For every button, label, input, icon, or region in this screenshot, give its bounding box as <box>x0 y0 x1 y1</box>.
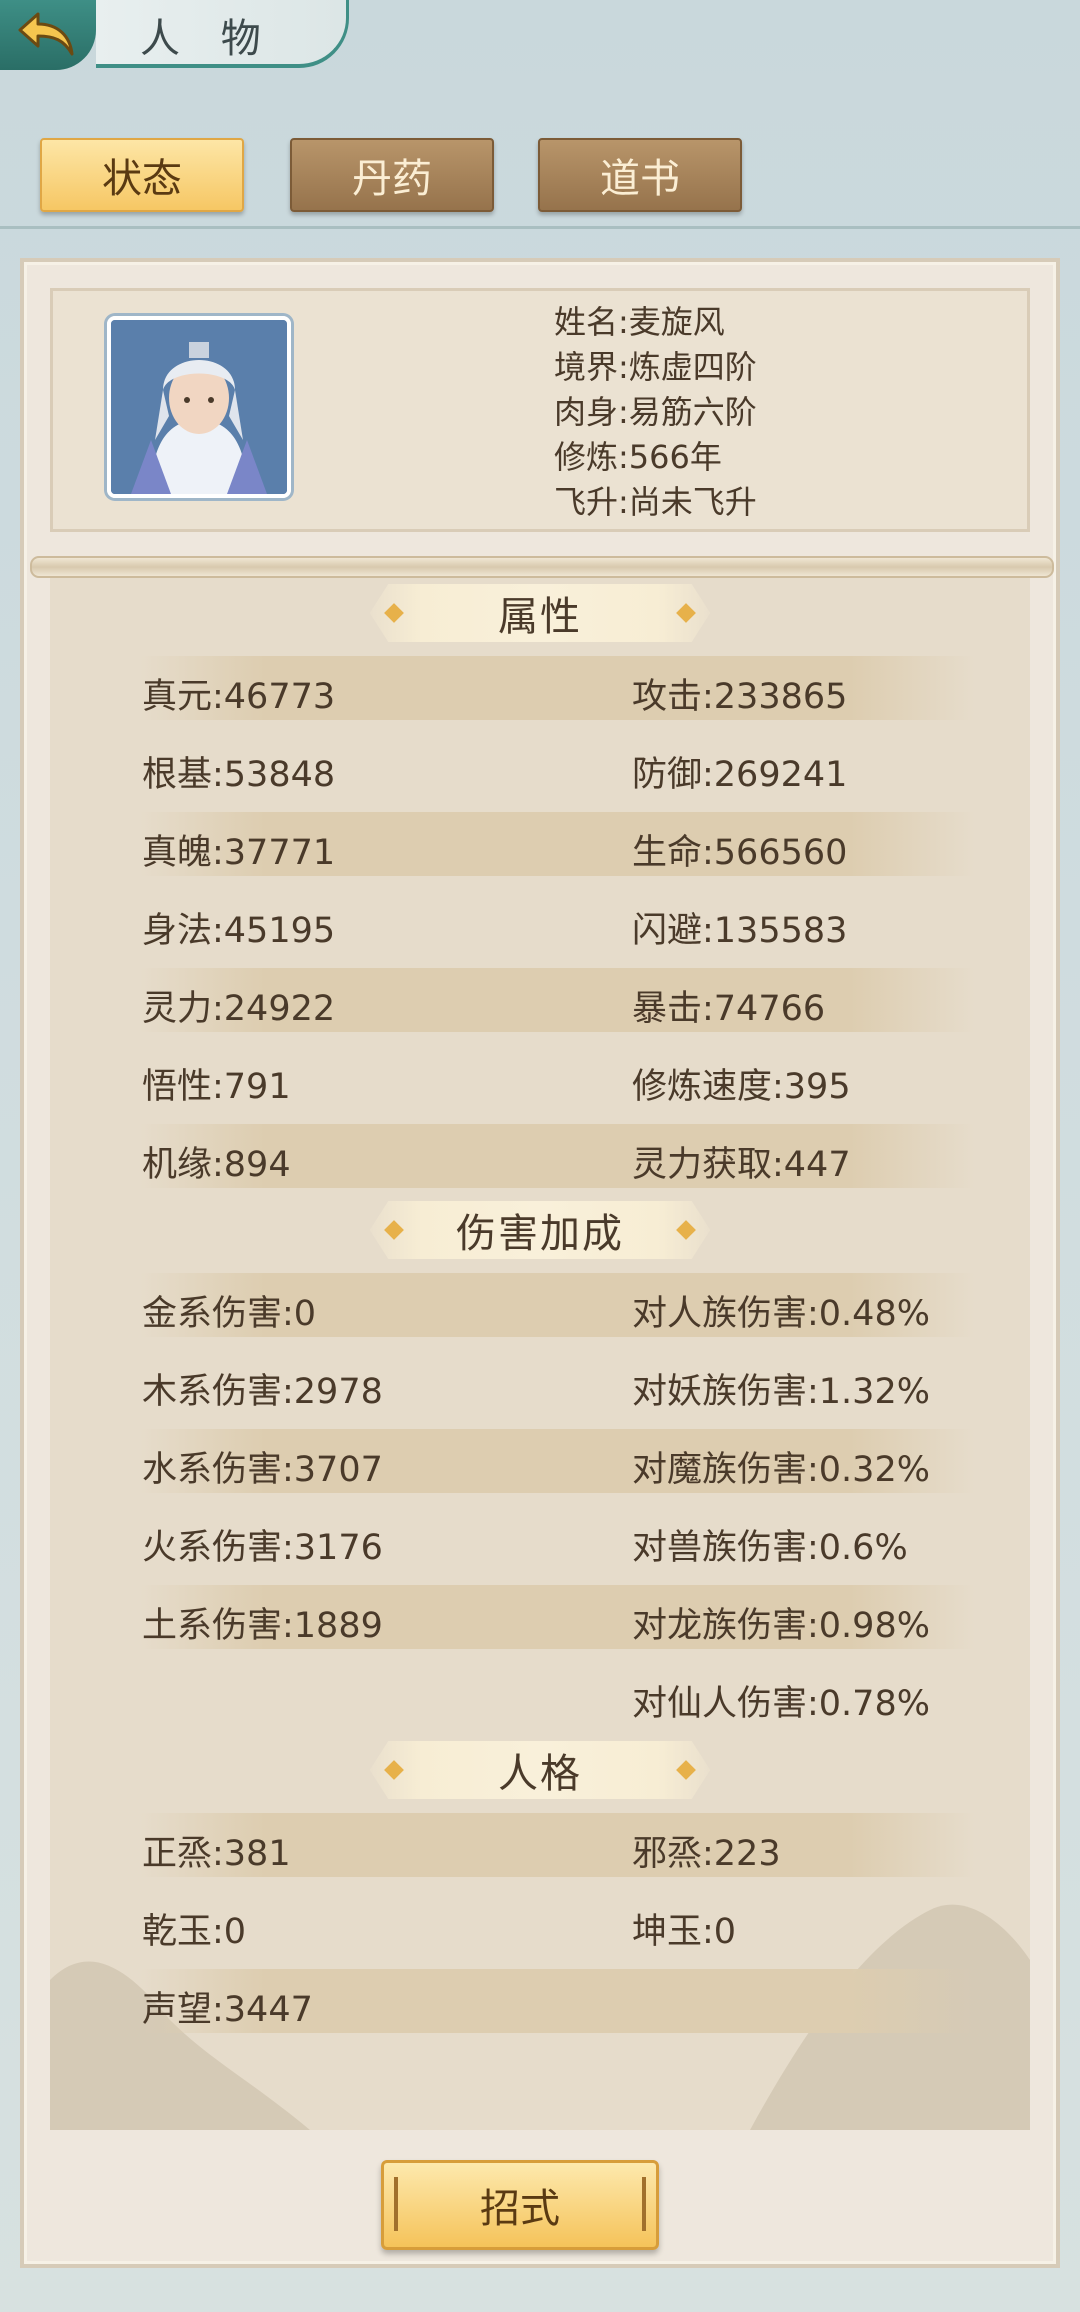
stat-left: 木系伤害:2978 <box>142 1372 383 1412</box>
stat-row: 声望:3447 <box>140 1969 975 2033</box>
stat-right: 对妖族伤害:1.32% <box>632 1372 930 1412</box>
character-portrait-icon <box>111 320 287 494</box>
stat-right: 灵力获取:447 <box>632 1145 851 1185</box>
stat-left: 水系伤害:3707 <box>142 1450 383 1490</box>
stat-row: 根基:53848 防御:269241 <box>140 734 975 798</box>
skills-button[interactable]: 招式 <box>381 2160 659 2250</box>
stat-left: 火系伤害:3176 <box>142 1528 383 1568</box>
section-title: 伤害加成 <box>456 1211 624 1257</box>
stat-left: 身法:45195 <box>142 911 336 951</box>
stat-row: 木系伤害:2978 对妖族伤害:1.32% <box>140 1351 975 1415</box>
stat-right: 防御:269241 <box>632 755 848 795</box>
button-ornament <box>642 2177 646 2231</box>
stat-left: 乾玉:0 <box>142 1912 247 1952</box>
stat-right: 生命:566560 <box>632 833 848 873</box>
stat-row: 真元:46773 攻击:233865 <box>140 656 975 720</box>
stat-right: 攻击:233865 <box>632 677 848 717</box>
stat-right: 对兽族伤害:0.6% <box>632 1528 908 1568</box>
stat-left: 根基:53848 <box>142 755 336 795</box>
button-ornament <box>394 2177 398 2231</box>
stat-right: 暴击:74766 <box>632 989 826 1029</box>
stat-left: 声望:3447 <box>142 1990 313 2030</box>
top-bar: 人 物 <box>0 0 1080 80</box>
stat-right: 对人族伤害:0.48% <box>632 1294 930 1334</box>
tab-pills[interactable]: 丹药 <box>290 138 494 212</box>
character-realm: 境界:炼虚四阶 <box>554 348 757 386</box>
stat-row: 火系伤害:3176 对兽族伤害:0.6% <box>140 1507 975 1571</box>
stat-right: 对龙族伤害:0.98% <box>632 1606 930 1646</box>
character-ascension: 飞升:尚未飞升 <box>554 483 757 521</box>
scroll-rod-decoration <box>30 556 1054 578</box>
stat-right: 修炼速度:395 <box>632 1067 851 1107</box>
character-avatar[interactable] <box>107 316 291 498</box>
stat-row: 金系伤害:0 对人族伤害:0.48% <box>140 1273 975 1337</box>
section-header-personality: 人格 <box>355 1741 725 1799</box>
stat-row: 乾玉:0 坤玉:0 <box>140 1891 975 1955</box>
character-name: 姓名:麦旋风 <box>554 303 725 341</box>
stat-right: 对魔族伤害:0.32% <box>632 1450 930 1490</box>
stat-row: 机缘:894 灵力获取:447 <box>140 1124 975 1188</box>
stat-row: 悟性:791 修炼速度:395 <box>140 1046 975 1110</box>
stat-left: 金系伤害:0 <box>142 1294 317 1334</box>
stat-right: 对仙人伤害:0.78% <box>632 1684 930 1724</box>
stat-right: 坤玉:0 <box>632 1912 737 1952</box>
stat-row: 真魄:37771 生命:566560 <box>140 812 975 876</box>
stat-right: 邪烝:223 <box>632 1834 781 1874</box>
section-title: 属性 <box>498 594 582 640</box>
stat-left: 机缘:894 <box>142 1145 291 1185</box>
stat-row: 土系伤害:1889 对龙族伤害:0.98% <box>140 1585 975 1649</box>
stat-row: 水系伤害:3707 对魔族伤害:0.32% <box>140 1429 975 1493</box>
tab-books[interactable]: 道书 <box>538 138 742 212</box>
page-title: 人 物 <box>140 16 275 62</box>
back-arrow-icon <box>18 12 74 56</box>
back-button[interactable] <box>0 0 96 70</box>
stat-row: 正烝:381 邪烝:223 <box>140 1813 975 1877</box>
stat-left: 悟性:791 <box>142 1067 291 1107</box>
tab-divider <box>0 226 1080 229</box>
character-cultivation: 修炼:566年 <box>554 438 722 476</box>
section-header-attributes: 属性 <box>355 584 725 642</box>
stat-left: 正烝:381 <box>142 1834 291 1874</box>
section-header-damage: 伤害加成 <box>355 1201 725 1259</box>
stat-row: 身法:45195 闪避:135583 <box>140 890 975 954</box>
character-body: 肉身:易筋六阶 <box>554 393 757 431</box>
stat-left: 真元:46773 <box>142 677 336 717</box>
stat-right: 闪避:135583 <box>632 911 848 951</box>
stat-left: 土系伤害:1889 <box>142 1606 383 1646</box>
profile-info: 姓名:麦旋风 境界:炼虚四阶 肉身:易筋六阶 修炼:566年 飞升:尚未飞升 <box>554 300 757 525</box>
stat-left: 灵力:24922 <box>142 989 336 1029</box>
skills-button-label: 招式 <box>480 2186 560 2232</box>
tab-status[interactable]: 状态 <box>40 138 244 212</box>
stat-row: 对仙人伤害:0.78% <box>140 1663 975 1727</box>
stat-left: 真魄:37771 <box>142 833 336 873</box>
stat-row: 灵力:24922 暴击:74766 <box>140 968 975 1032</box>
section-title: 人格 <box>498 1751 582 1797</box>
